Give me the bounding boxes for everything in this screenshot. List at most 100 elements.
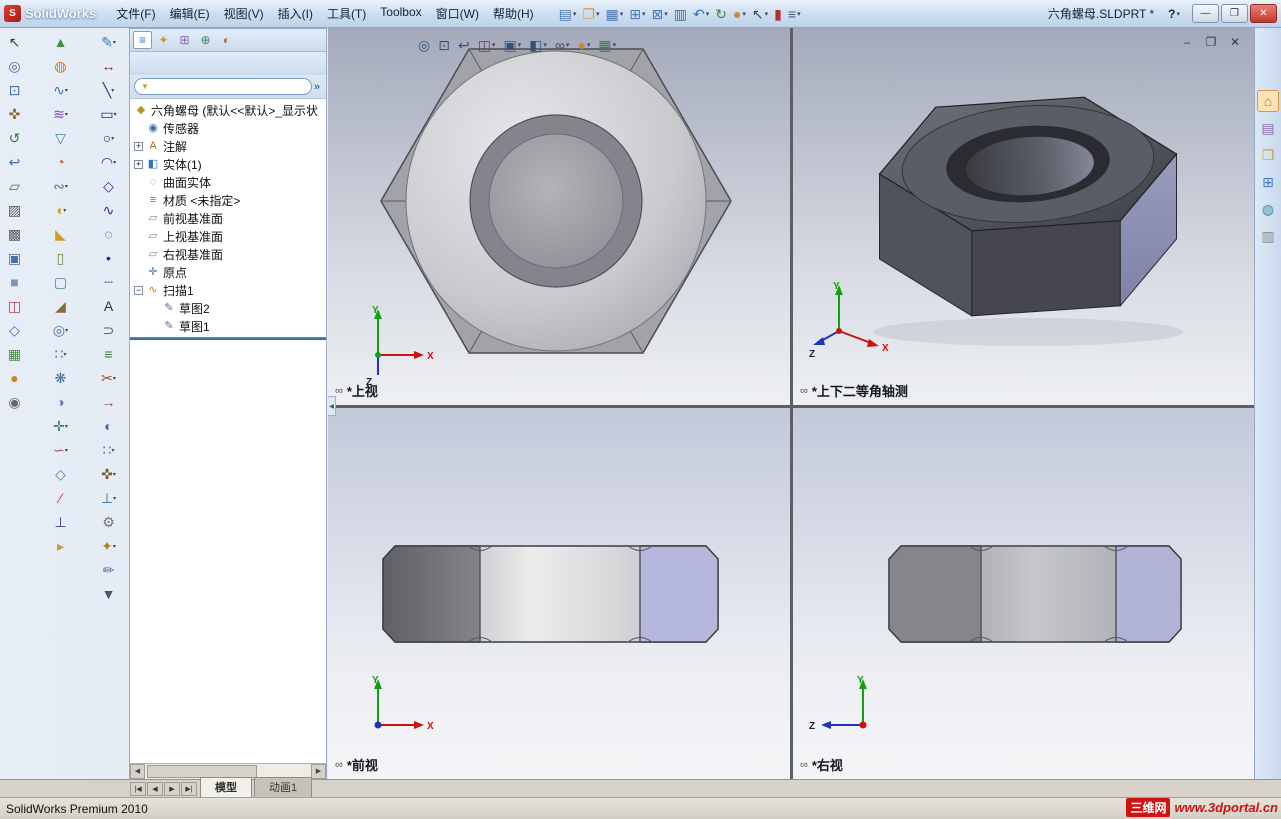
design-library-icon[interactable]: ▤ <box>1257 117 1279 139</box>
select-icon[interactable]: ↖ <box>2 31 27 53</box>
menu-tools[interactable]: 工具(T) <box>320 2 373 25</box>
last-tab-button[interactable]: ▶| <box>181 782 197 796</box>
propertymanager-tab-icon[interactable]: ✦ <box>154 31 173 49</box>
tab-model[interactable]: 模型 <box>200 777 252 797</box>
repair-sketch-icon[interactable]: ⚙ <box>96 511 121 533</box>
hide-show-items-icon[interactable]: ∞ ▾ <box>553 35 572 55</box>
sketch-icon[interactable]: ✎ ▾ <box>96 31 121 53</box>
undo-icon[interactable]: ↶ ▾ <box>690 3 712 25</box>
custom-properties-icon[interactable]: ▥ <box>1257 225 1279 247</box>
circle-icon[interactable]: ○ ▾ <box>96 127 121 149</box>
tree-item-right-plane[interactable]: ▱ 右视基准面 <box>130 245 326 263</box>
zoom-area-icon[interactable]: ⊡ <box>436 35 452 55</box>
spline-icon[interactable]: ∿ <box>96 199 121 221</box>
menu-insert[interactable]: 插入(I) <box>271 2 320 25</box>
zoom-fit-icon[interactable]: ◎ <box>416 35 432 55</box>
rotate-view-icon[interactable]: ↺ <box>2 127 27 149</box>
tree-item-origin[interactable]: ✛ 原点 <box>130 263 326 281</box>
file-explorer-icon[interactable]: ❐ <box>1257 144 1279 166</box>
axis-icon[interactable]: ⁄ <box>48 487 73 509</box>
swept-cut-icon[interactable]: ∾ ▾ <box>48 175 73 197</box>
trim-entities-icon[interactable]: ✂ ▾ <box>96 367 121 389</box>
doc-minimize-button[interactable]: – <box>1180 35 1194 49</box>
display-relations-icon[interactable]: ⊥ ▾ <box>96 487 121 509</box>
revolved-boss-icon[interactable]: ◍ <box>48 55 73 77</box>
rebuild-icon[interactable]: ↻ <box>712 3 730 25</box>
wireframe-icon[interactable]: ▱ <box>2 175 27 197</box>
convert-entities-icon[interactable]: ⊃ <box>96 319 121 341</box>
select-cursor-icon[interactable]: ↖ ▾ <box>749 3 771 25</box>
toolbox-icon[interactable]: ▮ <box>771 3 785 25</box>
tree-item-surface-bodies[interactable]: ◌ 曲面实体 <box>130 173 326 191</box>
display-style-icon[interactable]: ◧ ▾ <box>527 35 549 55</box>
open-file-icon[interactable]: ❐ ▾ <box>579 3 602 25</box>
text-icon[interactable]: A <box>96 295 121 317</box>
dimxpertmanager-tab-icon[interactable]: ⊕ <box>196 31 215 49</box>
arc-icon[interactable]: ◠ ▾ <box>96 151 121 173</box>
rectangle-icon[interactable]: ▭ ▾ <box>96 103 121 125</box>
mirror-icon[interactable]: ◑ <box>48 391 73 413</box>
line-icon[interactable]: ╲ ▾ <box>96 79 121 101</box>
previous-view-icon[interactable]: ↩ <box>456 35 472 55</box>
help-button[interactable]: ? ▾ <box>1163 5 1185 23</box>
tree-item-sketch2[interactable]: ✎ 草图2 <box>130 299 326 317</box>
hidden-lines-visible-icon[interactable]: ▨ <box>2 199 27 221</box>
apply-scene-icon[interactable]: ▦ ▾ <box>596 35 618 55</box>
centerline-icon[interactable]: ┄ <box>96 271 121 293</box>
featuremanager-split-bar[interactable] <box>130 337 326 340</box>
viewport-right-view[interactable]: Y Z ∞ *右视 <box>793 408 1254 779</box>
chamfer-icon[interactable]: ◣ <box>48 223 73 245</box>
section-view-icon[interactable]: ◫ ▾ <box>476 35 498 55</box>
minimize-button[interactable]: — <box>1192 4 1219 23</box>
previous-view-icon[interactable]: ↩ <box>2 151 27 173</box>
rapid-sketch-icon[interactable]: ✏ <box>96 559 121 581</box>
menu-window[interactable]: 窗口(W) <box>429 2 486 25</box>
tab-animation1[interactable]: 动画1 <box>254 777 313 797</box>
mirror-entities-icon[interactable]: ◐ <box>96 415 121 437</box>
scroll-left-button[interactable]: ◀ <box>130 763 145 779</box>
edit-appearance-icon[interactable]: ● ▾ <box>575 35 592 55</box>
extruded-cut-icon[interactable]: ▽ <box>48 127 73 149</box>
doc-close-button[interactable]: ✕ <box>1228 35 1242 49</box>
draft-icon[interactable]: ◢ <box>48 295 73 317</box>
tree-item-solid-bodies[interactable]: + ◧ 实体(1) <box>130 155 326 173</box>
new-file-icon[interactable]: ▤ ▾ <box>556 3 580 25</box>
prev-tab-button[interactable]: ◀ <box>147 782 163 796</box>
displaymanager-tab-icon[interactable]: ◐ <box>217 31 236 49</box>
shaded-icon[interactable]: ■ <box>2 271 27 293</box>
apply-scene-icon[interactable]: ▦ <box>2 343 27 365</box>
tree-item-sensors[interactable]: ◉ 传感器 <box>130 119 326 137</box>
panel-overflow-button[interactable]: » <box>312 81 322 93</box>
instant3d-icon[interactable]: ▸ <box>48 535 73 557</box>
featuremanager-tab-icon[interactable]: ≡ <box>133 31 152 49</box>
tree-item-root[interactable]: ◆ 六角螺母 (默认<<默认>_显示状 <box>130 101 326 119</box>
camera-views-icon[interactable]: ◉ <box>2 391 27 413</box>
polygon-icon[interactable]: ◇ <box>96 175 121 197</box>
viewport-isometric-view[interactable]: Y X Z ∞ *上下二等角轴测 <box>793 28 1254 405</box>
shaded-with-edges-icon[interactable]: ▣ <box>2 247 27 269</box>
tree-expander[interactable]: + <box>134 159 143 169</box>
tree-item-sketch1[interactable]: ✎ 草图1 <box>130 317 326 335</box>
make-drawing-icon[interactable]: ⊞ ▾ <box>626 3 648 25</box>
doc-restore-button[interactable]: ❐ <box>1204 35 1218 49</box>
save-icon[interactable]: ▦ ▾ <box>602 3 626 25</box>
rib-icon[interactable]: ▯ <box>48 247 73 269</box>
edit-appearance-icon[interactable]: ● <box>2 367 27 389</box>
coordinate-system-icon[interactable]: ⊥ <box>48 511 73 533</box>
featurepanel-collapse-handle[interactable]: ◀ <box>328 396 336 416</box>
toolbar-overflow-icon[interactable]: ▼ <box>96 583 121 605</box>
viewport-top-view[interactable]: Y X Z ∞ *上视 <box>328 28 790 405</box>
menu-file[interactable]: 文件(F) <box>109 2 162 25</box>
tree-item-front-plane[interactable]: ▱ 前视基准面 <box>130 209 326 227</box>
edit-appearance-icon[interactable]: ● ▾ <box>730 3 749 25</box>
tree-expander[interactable]: + <box>134 141 143 151</box>
linear-sketch-pattern-icon[interactable]: ∷ ▾ <box>96 439 121 461</box>
first-tab-button[interactable]: |◀ <box>130 782 146 796</box>
shell-icon[interactable]: ▢ <box>48 271 73 293</box>
menu-edit[interactable]: 编辑(E) <box>163 2 217 25</box>
next-tab-button[interactable]: ▶ <box>164 782 180 796</box>
lofted-boss-icon[interactable]: ≋ ▾ <box>48 103 73 125</box>
revolved-cut-icon[interactable]: ◔ <box>48 151 73 173</box>
tree-expander[interactable]: − <box>134 285 143 295</box>
close-button[interactable]: ✕ <box>1250 4 1277 23</box>
